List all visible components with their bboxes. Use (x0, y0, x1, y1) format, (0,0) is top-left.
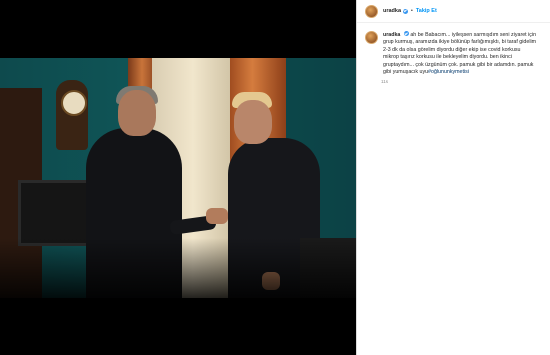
follow-button[interactable]: Takip Et (416, 8, 437, 14)
header-separator: • (411, 8, 413, 14)
caption-line-2: grup kurmuş, aramızda ikiye bölünüp farl… (383, 39, 537, 46)
verified-badge-icon (403, 8, 409, 14)
photo-clock-face (61, 90, 87, 116)
caption-line-1: ah be Babacım... iyileşsen sarmışdım sen… (410, 32, 537, 38)
caption-row: uradka ah be Babacım... iyileşsen sarmış… (357, 23, 550, 76)
post-header: uradka • Takip Et (357, 0, 550, 23)
photo-floor-shadow (0, 238, 356, 298)
caption-verified-badge-icon (403, 31, 409, 36)
instagram-post-viewer: uradka • Takip Et uradka ah be Babacım..… (0, 0, 550, 355)
caption-line-5: gruptaydım... çok üzgünüm çok. pamuk gib… (383, 61, 534, 68)
caption-line-6: gibi yumuşacık uyu (383, 69, 429, 76)
post-side-panel: uradka • Takip Et uradka ah be Babacım..… (356, 0, 550, 355)
post-caption: uradka ah be Babacım... iyileşsen sarmış… (383, 31, 542, 76)
post-timestamp[interactable]: 11s (381, 79, 550, 84)
post-media-pane (0, 0, 356, 355)
header-username[interactable]: uradka (383, 8, 401, 14)
caption-line-4: mikrop taşırız korkusu ile bekleyelim di… (383, 54, 512, 61)
caption-avatar[interactable] (365, 31, 378, 44)
photo-person-left-head (118, 90, 156, 136)
profile-avatar[interactable] (365, 4, 378, 18)
photo-person-right-head (234, 100, 272, 144)
photo-person-left-hand (206, 208, 228, 224)
caption-username[interactable]: uradka (383, 32, 400, 38)
caption-line-3: 2-3 dk da olsa görelim diyordu diğer eki… (383, 46, 521, 53)
post-photo[interactable] (0, 58, 356, 298)
caption-hashtag[interactable]: #oğlununkymetisi (428, 69, 469, 75)
photo-television (18, 180, 94, 246)
